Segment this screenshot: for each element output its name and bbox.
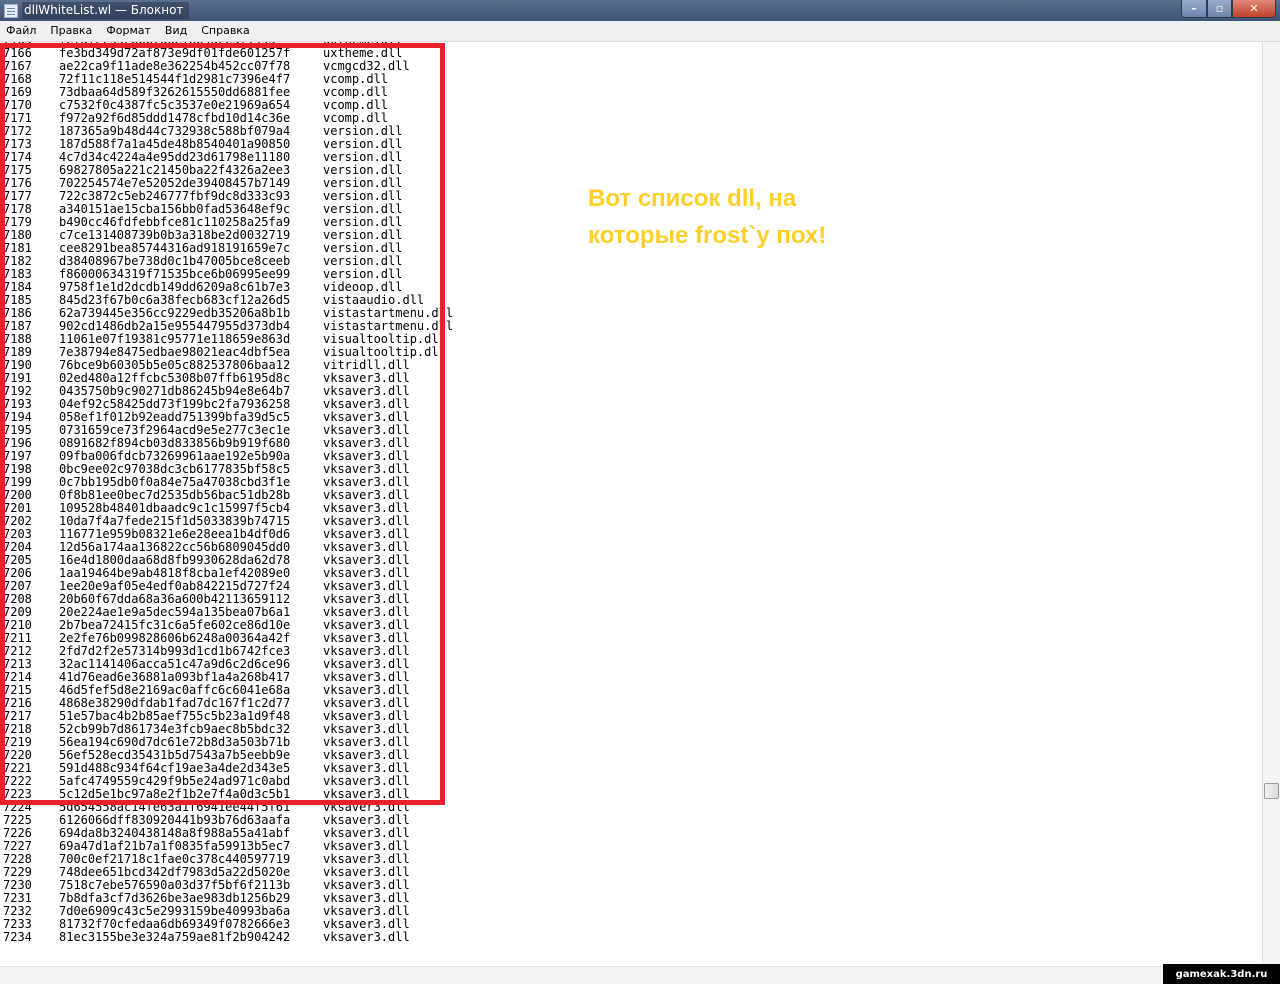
line-filename: vksaver3.dll	[323, 930, 410, 944]
vertical-scrollbar[interactable]	[1262, 42, 1280, 966]
horizontal-scrollbar[interactable]	[0, 966, 1280, 984]
menu-help[interactable]: Справка	[195, 21, 257, 41]
text-lines: 7165fe7af2c352bbb7d6ef8b4a2e5f1495uxthem…	[3, 42, 453, 944]
menu-view[interactable]: Вид	[159, 21, 195, 41]
minimize-button[interactable]: –	[1181, 0, 1207, 18]
close-button[interactable]: ✕	[1232, 0, 1276, 18]
notepad-icon	[4, 3, 18, 18]
scrollbar-thumb[interactable]	[1264, 783, 1279, 799]
line-hash: 81ec3155be3e324a759ae81f2b904242	[59, 930, 291, 944]
text-line: 7234 81ec3155be3e324a759ae81f2b904242 vksa…	[3, 931, 453, 944]
menu-bar: Файл Правка Формат Вид Справка	[0, 21, 1280, 42]
maximize-button[interactable]: ▫	[1207, 0, 1232, 18]
annotation-line-1: Вот список dll, на	[588, 185, 797, 212]
annotation-line-2: которые frost`у пох!	[588, 222, 827, 249]
menu-edit[interactable]: Правка	[44, 21, 100, 41]
menu-file[interactable]: Файл	[0, 21, 44, 41]
menu-format[interactable]: Формат	[100, 21, 159, 41]
title-bar: dllWhiteList.wl — Блокнот – ▫ ✕	[0, 0, 1280, 21]
window-controls: – ▫ ✕	[1181, 0, 1276, 18]
watermark: gamexak.3dn.ru	[1163, 964, 1280, 984]
window-title: dllWhiteList.wl — Блокнот	[22, 2, 190, 19]
annotation-text: Вот список dll, на которые frost`у пох!	[588, 180, 888, 254]
line-number: 7234	[3, 930, 32, 944]
